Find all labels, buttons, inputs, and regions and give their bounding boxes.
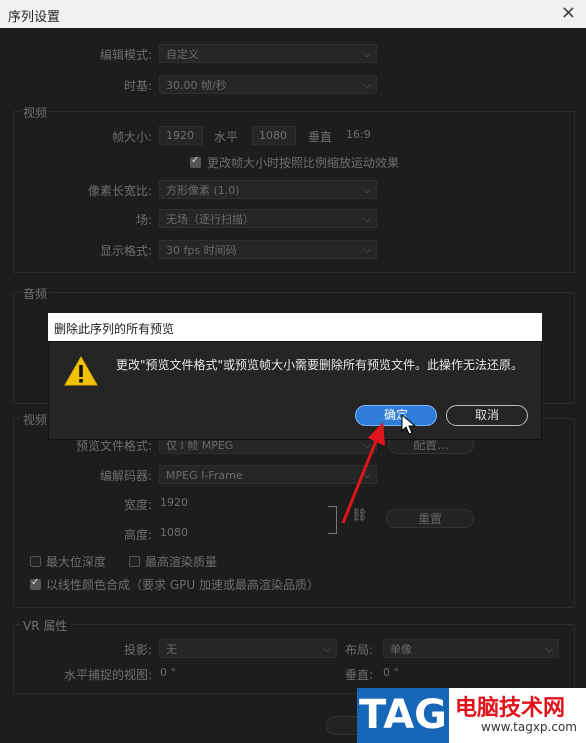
pixel-aspect-label: 像素长宽比: — [87, 184, 152, 198]
layout-select[interactable]: 单像 ⌵ — [383, 639, 559, 658]
scale-checkbox[interactable] — [190, 155, 201, 168]
max-quality-checkbox[interactable] — [129, 556, 140, 567]
frame-height-input[interactable]: 1080 — [252, 126, 296, 145]
watermark-logo: TAG 电脑技术网 www.tagxp.com — [357, 688, 586, 743]
chevron-down-icon: ⌵ — [323, 644, 331, 655]
preview-group-title: 视频 — [20, 411, 51, 428]
video-group-title: 视频 — [20, 104, 51, 121]
linear-color-checkbox[interactable] — [30, 577, 41, 590]
width-label: 宽度: — [123, 498, 152, 512]
modal-title: 删除此序列的所有预览 — [54, 322, 175, 336]
vertical-label: 垂直 — [308, 130, 333, 144]
timebase-select[interactable]: 30.00 帧/秒 ⌵ — [159, 75, 377, 94]
vr-group-title: VR 属性 — [20, 617, 71, 634]
modal-title-bar: 删除此序列的所有预览 — [48, 313, 542, 341]
modal-message: 更改"预览文件格式"或预览帧大小需要删除所有预览文件。此操作无法还原。 — [116, 358, 524, 372]
linear-color-label: 以线性颜色合成（要求 GPU 加速或最高渲染品质） — [46, 578, 319, 592]
max-quality-label: 最高渲染质量 — [145, 555, 218, 569]
cancel-button[interactable]: 取消 — [446, 405, 528, 426]
warning-icon — [64, 356, 98, 386]
height-value: 1080 — [160, 526, 188, 539]
audio-group-title: 音频 — [20, 285, 51, 302]
chevron-down-icon: ⌵ — [363, 80, 371, 91]
chevron-down-icon: ⌵ — [363, 185, 371, 196]
max-depth-checkbox[interactable] — [30, 556, 41, 567]
edit-mode-select[interactable]: 自定义 ⌵ — [159, 44, 377, 63]
chevron-down-icon: ⌵ — [363, 214, 371, 225]
vview-label: 垂直: — [345, 668, 374, 682]
chevron-down-icon: ⌵ — [363, 49, 371, 60]
codec-label: 编解码器: — [99, 469, 152, 483]
window-title: 序列设置 — [8, 10, 61, 25]
close-icon[interactable]: × — [561, 2, 576, 23]
logo-site-name: 电脑技术网 — [455, 696, 566, 721]
projection-select[interactable]: 无 ⌵ — [159, 639, 337, 658]
timebase-label: 时基: — [123, 79, 152, 93]
frame-width-input[interactable]: 1920 — [159, 126, 203, 145]
layout-label: 布局: — [345, 643, 374, 657]
pixel-aspect-select[interactable]: 方形像素 (1.0) ⌵ — [159, 180, 377, 199]
width-value: 1920 — [160, 496, 188, 509]
max-depth-label: 最大位深度 — [46, 555, 107, 569]
hview-label: 水平捕捉的视图: — [63, 668, 152, 682]
display-format-label: 显示格式: — [99, 244, 152, 258]
hview-value: 0 ° — [160, 666, 176, 679]
edit-mode-label: 编辑模式: — [99, 48, 152, 62]
mouse-cursor-icon — [401, 414, 417, 435]
height-label: 高度: — [123, 528, 152, 542]
display-format-select[interactable]: 30 fps 时间码 ⌵ — [159, 240, 377, 259]
annotation-arrow-icon — [341, 422, 385, 524]
logo-url: www.tagxp.com — [481, 720, 577, 734]
vview-value: 0 ° — [383, 666, 399, 679]
horizontal-label: 水平 — [214, 130, 239, 144]
scale-checkbox-label: 更改帧大小时按照比例缩放运动效果 — [207, 156, 400, 170]
projection-label: 投影: — [123, 643, 152, 657]
modal-dialog: 更改"预览文件格式"或预览帧大小需要删除所有预览文件。此操作无法还原。 确定 取… — [48, 341, 542, 440]
vr-group — [13, 624, 575, 694]
title-bar: 序列设置 × — [0, 0, 586, 28]
chevron-down-icon: ⌵ — [363, 245, 371, 256]
chevron-down-icon: ⌵ — [545, 644, 553, 655]
reset-button[interactable]: 重置 — [386, 509, 474, 528]
aspect-ratio: 16:9 — [346, 128, 371, 141]
tag-logo: TAG — [357, 688, 449, 743]
field-label: 场: — [135, 213, 152, 227]
frame-size-label: 帧大小: — [111, 130, 152, 144]
field-select[interactable]: 无场（逐行扫描） ⌵ — [159, 209, 377, 228]
